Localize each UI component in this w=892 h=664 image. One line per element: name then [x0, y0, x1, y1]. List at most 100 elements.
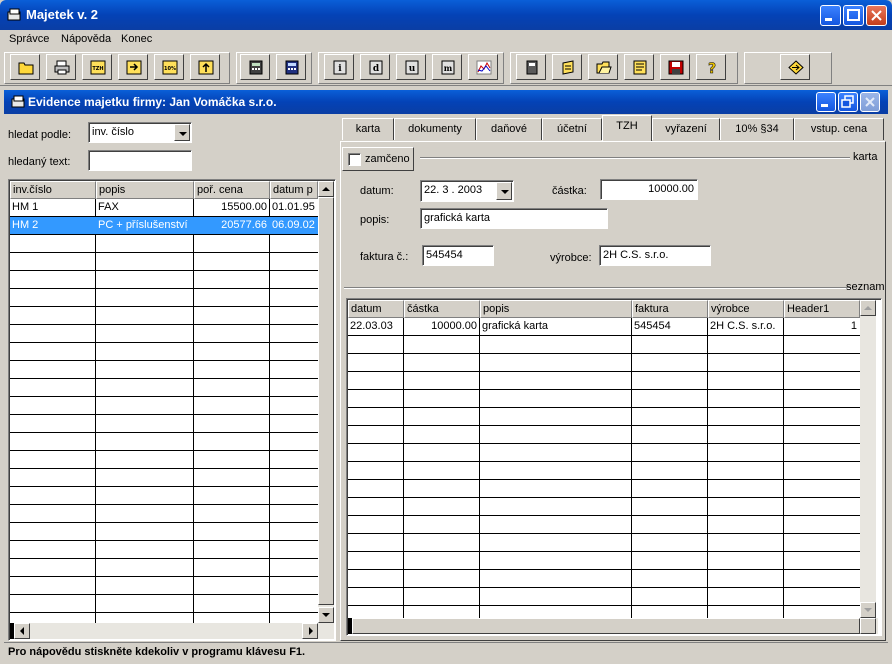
entry-grid[interactable]: datum částka popis faktura výrobce Heade…: [348, 300, 860, 618]
scroll-thumb[interactable]: [318, 197, 334, 605]
col-datum[interactable]: datum p: [270, 181, 318, 199]
entry-grid-vscrollbar[interactable]: [860, 300, 876, 618]
search-text-input[interactable]: [88, 150, 192, 171]
tab-dokumenty[interactable]: dokumenty: [394, 118, 476, 140]
asset-row[interactable]: HM 1 FAX 15500.00 01.01.95: [10, 199, 318, 216]
locked-checkbox[interactable]: [348, 153, 361, 166]
child-close-button[interactable]: [860, 92, 880, 112]
help-button[interactable]: ?: [696, 54, 726, 80]
asset-grid-hscrollbar[interactable]: [10, 623, 334, 639]
asset-grid-vscrollbar[interactable]: [318, 181, 334, 623]
date-value: 22. 3 . 2003: [424, 184, 483, 196]
maker-input[interactable]: 2H C.S. s.r.o.: [599, 245, 711, 266]
date-label: datum:: [360, 185, 394, 197]
maximize-button[interactable]: [843, 5, 864, 26]
col-popis[interactable]: popis: [480, 300, 632, 318]
search-by-select[interactable]: inv. číslo: [88, 122, 192, 143]
grid-cell: 20577.66: [221, 219, 267, 231]
edit-card-button[interactable]: [552, 54, 582, 80]
grid-cell: 01.01.95: [272, 201, 315, 213]
menu-bar: Správce Nápověda Konec: [0, 30, 892, 50]
note-button[interactable]: [624, 54, 654, 80]
export-button[interactable]: [118, 54, 148, 80]
col-popis[interactable]: popis: [96, 181, 194, 199]
info-m-button[interactable]: m: [432, 54, 462, 80]
asset-row[interactable]: HM 2 PC + příslušenství 20577.66 06.09.02: [10, 217, 318, 234]
tab-10-34[interactable]: 10% §34: [720, 118, 794, 140]
book-button[interactable]: [516, 54, 546, 80]
col-por-cena[interactable]: poř. cena: [194, 181, 270, 199]
child-window-client: hledat podle: inv. číslo hledaný text: i…: [4, 114, 888, 642]
locked-toggle[interactable]: zamčeno: [342, 147, 414, 171]
scroll-down-button[interactable]: [318, 607, 334, 623]
grid-vline: [479, 318, 480, 618]
scroll-up-button[interactable]: [318, 181, 334, 197]
grid-vline: [193, 199, 194, 623]
calculator-button[interactable]: [240, 54, 270, 80]
menu-konec[interactable]: Konec: [121, 33, 152, 45]
child-restore-button[interactable]: [838, 92, 858, 112]
grid-hline: [10, 594, 318, 595]
col-datum[interactable]: datum: [348, 300, 404, 318]
open-button[interactable]: [10, 54, 40, 80]
col-vyrobce[interactable]: výrobce: [708, 300, 784, 318]
upload-button[interactable]: [190, 54, 220, 80]
maximize-icon: [847, 9, 860, 21]
close-button[interactable]: [866, 5, 887, 26]
grid-hline: [10, 288, 318, 289]
info-u-button[interactable]: u: [396, 54, 426, 80]
info-i-button[interactable]: i: [324, 54, 354, 80]
grid-hline: [10, 540, 318, 541]
scroll-down-button[interactable]: [860, 602, 876, 618]
minimize-button[interactable]: [820, 5, 841, 26]
invoice-input[interactable]: 545454: [422, 245, 494, 266]
tab-ucetni[interactable]: účetní: [542, 118, 602, 140]
exit-button[interactable]: [780, 54, 810, 80]
col-faktura[interactable]: faktura: [632, 300, 708, 318]
tab-danove[interactable]: daňové: [476, 118, 542, 140]
scroll-up-button[interactable]: [860, 300, 876, 316]
chart-button[interactable]: [468, 54, 498, 80]
tab-karta[interactable]: karta: [342, 118, 394, 140]
date-picker[interactable]: 22. 3 . 2003: [420, 180, 514, 202]
search-by-value: inv. číslo: [92, 126, 134, 138]
col-castka[interactable]: částka: [404, 300, 480, 318]
karta-separator: [420, 157, 850, 159]
scroll-corner: [860, 618, 876, 634]
print-button[interactable]: [46, 54, 76, 80]
chevron-down-icon[interactable]: [174, 124, 190, 141]
minimize-icon: [825, 18, 832, 21]
calculator-blue-button[interactable]: [276, 54, 306, 80]
scroll-left-button[interactable]: [14, 623, 30, 639]
app-icon: [7, 8, 21, 21]
scroll-right-button[interactable]: [302, 623, 318, 639]
grid-hline: [10, 486, 318, 487]
help-icon: ?: [708, 61, 717, 75]
col-inv-cislo[interactable]: inv.číslo: [10, 181, 96, 199]
book-icon: [526, 60, 538, 75]
chevron-down-icon[interactable]: [496, 182, 512, 200]
grid-cell: 10000.00: [431, 320, 477, 332]
tab-vstup-cena[interactable]: vstup. cena: [794, 118, 884, 140]
col-header1[interactable]: Header1: [784, 300, 860, 318]
tzh-button[interactable]: TZH: [82, 54, 112, 80]
hscroll-thumb[interactable]: [352, 618, 860, 634]
exit-diamond-icon: [788, 60, 804, 75]
child-minimize-button[interactable]: [816, 92, 836, 112]
tab-tzh[interactable]: TZH: [602, 115, 652, 141]
search-by-label: hledat podle:: [8, 129, 71, 141]
grid-hline: [10, 342, 318, 343]
entry-row[interactable]: 22.03.03 10000.00 grafická karta 545454 2H C…: [348, 318, 860, 335]
tab-vyrazeni[interactable]: vyřazení: [652, 118, 720, 140]
percent-button[interactable]: 10%: [154, 54, 184, 80]
info-d-button[interactable]: d: [360, 54, 390, 80]
entry-grid-hscrollbar[interactable]: [348, 618, 878, 634]
desc-input[interactable]: grafická karta: [420, 208, 608, 229]
asset-grid[interactable]: inv.číslo popis poř. cena datum p HM 1 FA…: [10, 181, 318, 623]
amount-input[interactable]: 10000.00: [600, 179, 698, 200]
menu-napoveda[interactable]: Nápověda: [61, 33, 111, 45]
grid-hline: [10, 432, 318, 433]
open-folder-button[interactable]: [588, 54, 618, 80]
save-button[interactable]: [660, 54, 690, 80]
menu-spravce[interactable]: Správce: [9, 33, 49, 45]
